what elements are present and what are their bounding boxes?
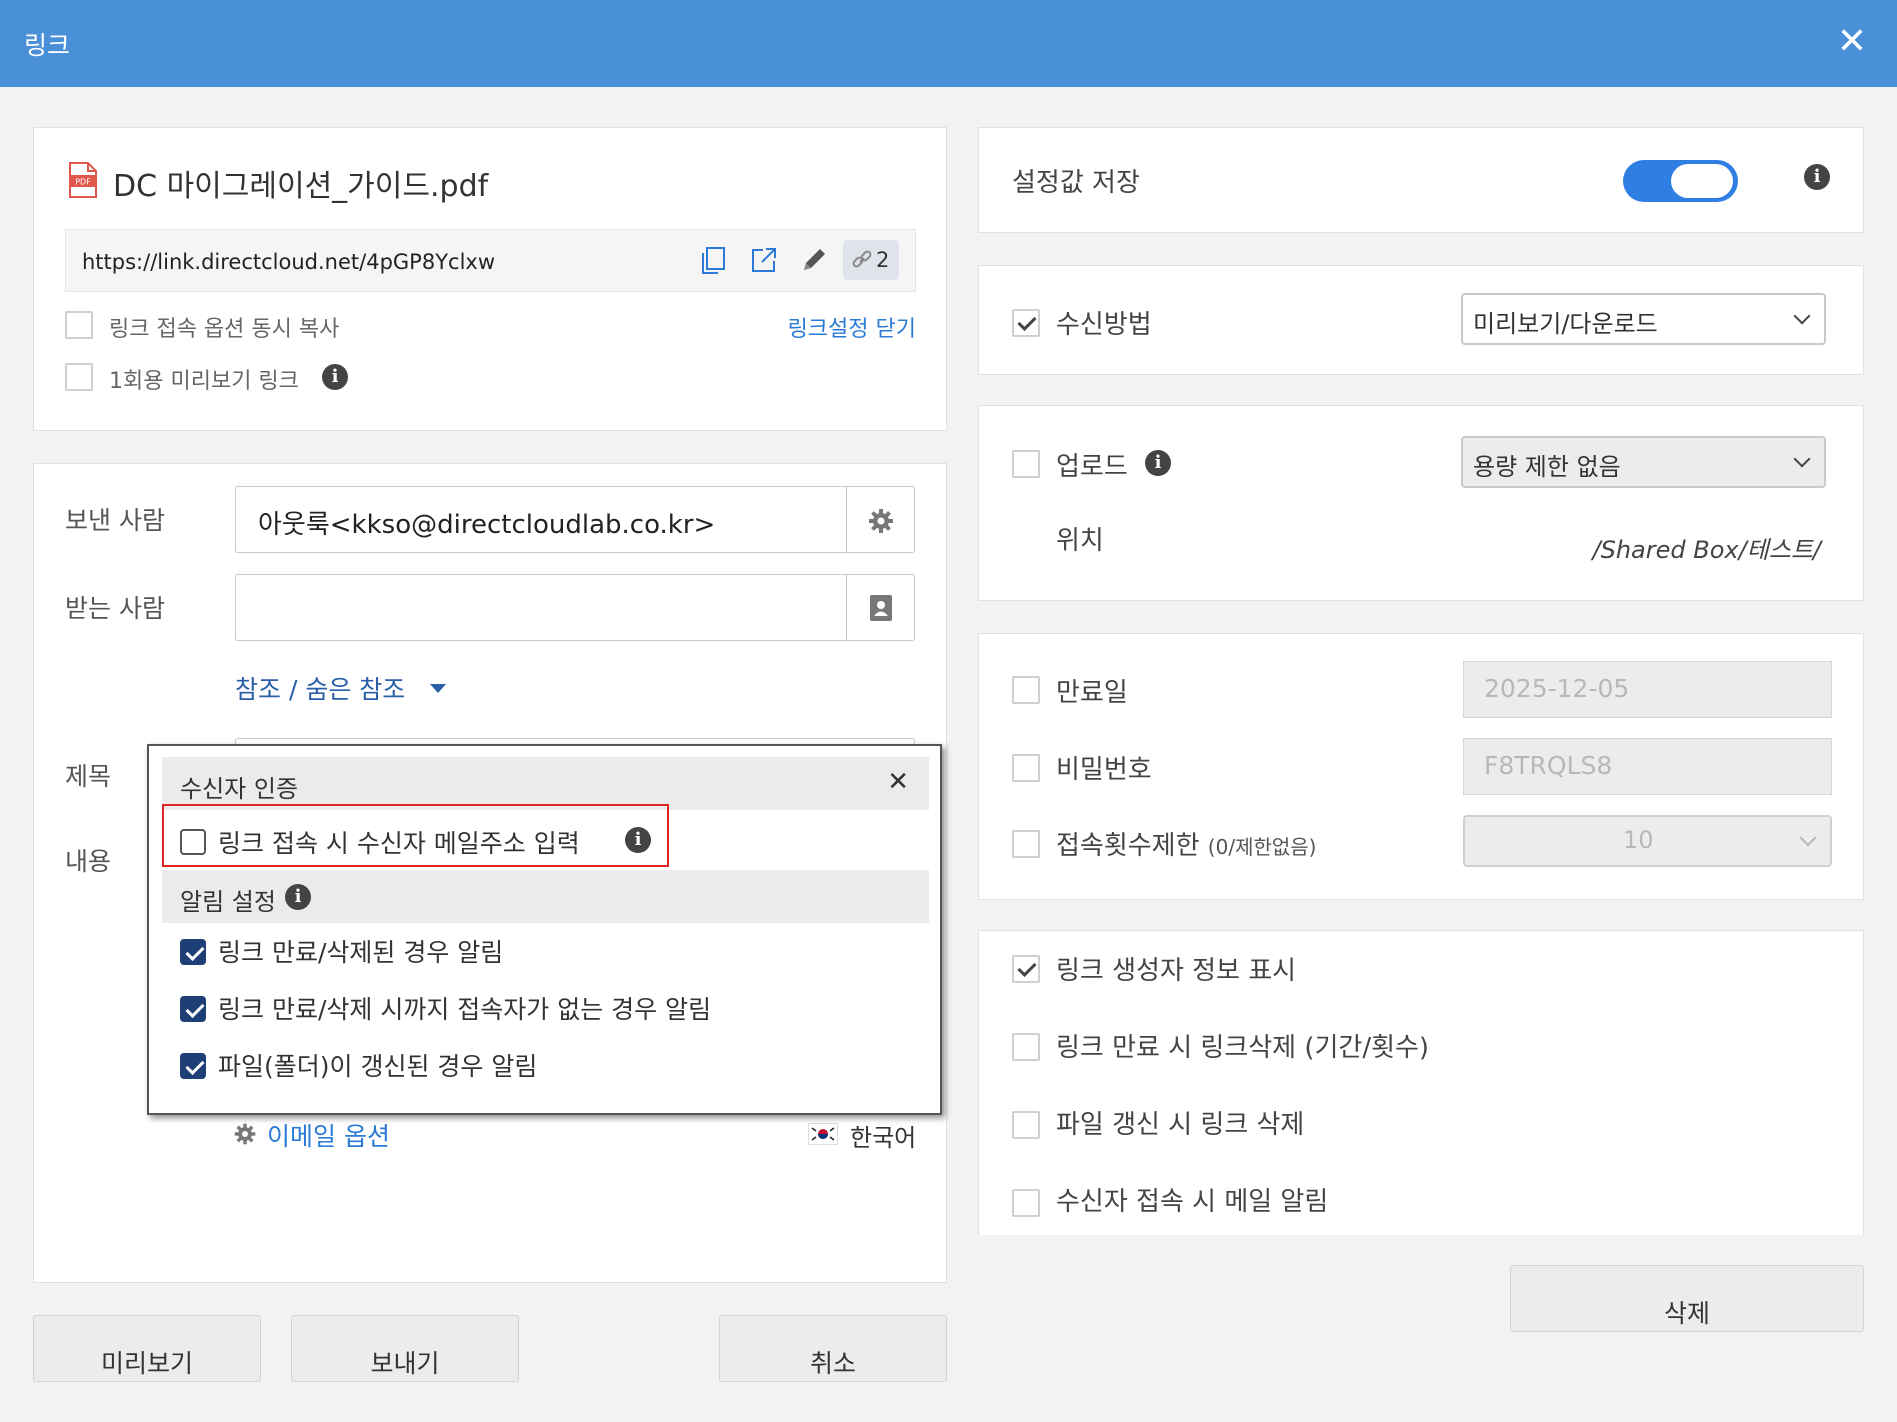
link-chain-icon	[851, 249, 873, 275]
expiry-checkbox[interactable]	[1012, 676, 1040, 704]
sender-label: 보낸 사람	[65, 506, 165, 535]
recipient-field[interactable]	[235, 574, 915, 641]
korea-flag-icon[interactable]	[808, 1123, 838, 1145]
info-icon[interactable]: i	[1145, 450, 1171, 476]
show-creator-checkbox[interactable]	[1012, 955, 1040, 983]
send-button[interactable]: 보내기	[291, 1315, 519, 1382]
link-options-panel: 링크 생성자 정보 표시 링크 만료 시 링크삭제 (기간/횟수) 파일 갱신 …	[978, 930, 1864, 1235]
auth-header-label: 수신자 인증	[180, 775, 299, 803]
upload-limit-select[interactable]: 용량 제한 없음	[1461, 436, 1826, 488]
close-icon[interactable]: ✕	[1837, 22, 1867, 62]
email-options-link[interactable]: 이메일 옵션	[267, 1117, 390, 1153]
info-icon[interactable]: i	[1804, 164, 1830, 190]
auth-header: 수신자 인증 ✕	[162, 757, 929, 810]
notify-expired-checkbox[interactable]	[180, 939, 206, 965]
pdf-file-icon: PDF	[68, 161, 98, 199]
save-settings-label: 설정값 저장	[1012, 168, 1140, 198]
recipient-auth-popup: 수신자 인증 ✕ 링크 접속 시 수신자 메일주소 입력 i 알림 설정 i 링…	[147, 744, 942, 1115]
window-title: 링크	[24, 31, 71, 60]
toggle-knob	[1671, 164, 1733, 198]
title-bar: 링크 ✕	[0, 0, 1897, 87]
notify-no-access-checkbox[interactable]	[180, 996, 206, 1022]
upload-checkbox[interactable]	[1012, 450, 1040, 478]
delete-on-expiry-label: 링크 만료 시 링크삭제 (기간/횟수)	[1056, 1033, 1430, 1063]
preview-button[interactable]: 미리보기	[33, 1315, 261, 1382]
password-label: 비밀번호	[1056, 755, 1152, 785]
access-limit-checkbox[interactable]	[1012, 830, 1040, 858]
notify-updated-label: 파일(폴더)이 갱신된 경우 알림	[218, 1052, 538, 1081]
access-limit-select[interactable]: 10	[1463, 815, 1832, 867]
location-label: 위치	[1056, 526, 1104, 556]
access-limit-label: 접속횟수제한 (0/제한없음)	[1056, 831, 1317, 861]
file-panel: PDF DC 마이그레이션_가이드.pdf https://link.direc…	[33, 127, 947, 431]
address-book-icon	[867, 593, 895, 627]
notify-header: 알림 설정 i	[162, 870, 929, 923]
delete-on-update-checkbox[interactable]	[1012, 1111, 1040, 1139]
link-count-badge[interactable]: 2	[843, 240, 899, 280]
one-time-preview-checkbox[interactable]	[65, 363, 93, 391]
copy-with-options-label: 링크 접속 옵션 동시 복사	[109, 317, 340, 342]
delete-on-update-label: 파일 갱신 시 링크 삭제	[1056, 1110, 1305, 1140]
subject-label: 제목	[65, 762, 112, 791]
link-url-bar: https://link.directcloud.net/4pGP8Yclxw …	[65, 229, 916, 292]
link-count: 2	[876, 248, 890, 272]
show-creator-label: 링크 생성자 정보 표시	[1056, 956, 1297, 986]
access-limit-hint: (0/제한없음)	[1207, 835, 1317, 859]
open-external-icon[interactable]	[749, 245, 779, 279]
cancel-button[interactable]: 취소	[719, 1315, 947, 1382]
password-input[interactable]: F8TRQLS8	[1463, 738, 1832, 795]
upload-label: 업로드	[1056, 452, 1128, 482]
recipient-label: 받는 사람	[65, 594, 165, 623]
delete-button[interactable]: 삭제	[1510, 1265, 1864, 1332]
body-label: 내용	[65, 847, 112, 876]
location-value[interactable]: /Shared Box/테스트/	[1593, 530, 1822, 565]
receive-method-panel: 수신방법 미리보기/다운로드	[978, 265, 1864, 375]
svg-text:PDF: PDF	[75, 178, 91, 187]
popup-close-icon[interactable]: ✕	[887, 767, 909, 797]
receive-method-label: 수신방법	[1056, 310, 1152, 340]
language-selector[interactable]: 한국어	[850, 1118, 916, 1153]
notify-header-label: 알림 설정	[180, 888, 276, 916]
auth-email-checkbox[interactable]	[180, 829, 206, 855]
receive-method-select[interactable]: 미리보기/다운로드	[1461, 293, 1826, 345]
sender-value: 아웃룩<kkso@directcloudlab.co.kr>	[258, 510, 716, 540]
notify-on-access-label: 수신자 접속 시 메일 알림	[1056, 1187, 1329, 1217]
pencil-icon[interactable]	[798, 244, 830, 280]
password-checkbox[interactable]	[1012, 754, 1040, 782]
notify-updated-checkbox[interactable]	[180, 1053, 206, 1079]
sender-field[interactable]: 아웃룩<kkso@directcloudlab.co.kr>	[235, 486, 915, 553]
notify-no-access-label: 링크 만료/삭제 시까지 접속자가 없는 경우 알림	[218, 995, 712, 1024]
auth-email-label: 링크 접속 시 수신자 메일주소 입력	[218, 829, 580, 858]
close-settings-link[interactable]: 링크설정 닫기	[788, 311, 916, 343]
notify-expired-label: 링크 만료/삭제된 경우 알림	[218, 938, 504, 967]
info-icon[interactable]: i	[285, 884, 311, 910]
delete-on-expiry-checkbox[interactable]	[1012, 1033, 1040, 1061]
info-icon[interactable]: i	[322, 364, 348, 390]
copy-with-options-checkbox[interactable]	[65, 311, 93, 339]
one-time-preview-label: 1회용 미리보기 링크	[109, 369, 299, 394]
save-settings-toggle[interactable]	[1623, 160, 1738, 202]
upload-panel: 업로드 i 용량 제한 없음 위치 /Shared Box/테스트/	[978, 405, 1864, 601]
security-panel: 만료일 2025-12-05 비밀번호 F8TRQLS8 접속횟수제한 (0/제…	[978, 633, 1864, 900]
gear-icon	[867, 507, 895, 539]
expiry-date-input[interactable]: 2025-12-05	[1463, 661, 1832, 718]
save-settings-panel: 설정값 저장 i	[978, 127, 1864, 233]
link-url[interactable]: https://link.directcloud.net/4pGP8Yclxw	[82, 250, 495, 274]
notify-on-access-checkbox[interactable]	[1012, 1189, 1040, 1217]
receive-method-checkbox[interactable]	[1012, 309, 1040, 337]
expiry-label: 만료일	[1056, 678, 1128, 708]
caret-down-icon[interactable]	[430, 684, 446, 693]
chevron-down-icon	[1793, 307, 1811, 325]
address-book-button[interactable]	[846, 575, 914, 640]
chevron-down-icon	[1799, 829, 1817, 847]
copy-icon[interactable]	[698, 245, 728, 279]
file-name: DC 마이그레이션_가이드.pdf	[113, 169, 489, 204]
chevron-down-icon	[1793, 450, 1811, 468]
cc-bcc-toggle[interactable]: 참조 / 숨은 참조	[235, 670, 405, 706]
email-options-gear-icon[interactable]	[233, 1122, 257, 1150]
sender-settings-button[interactable]	[846, 487, 914, 552]
info-icon[interactable]: i	[625, 827, 651, 853]
